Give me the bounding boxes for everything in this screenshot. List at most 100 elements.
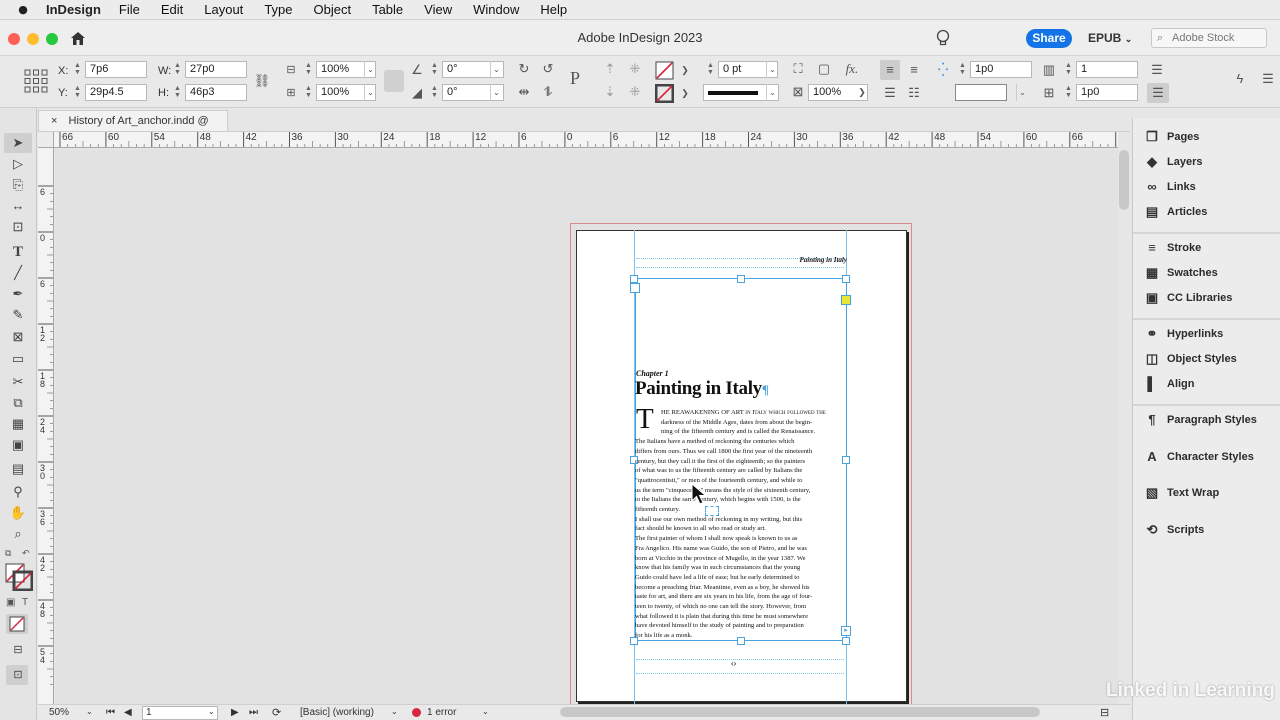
apple-menu-icon[interactable]: ●: [0, 3, 46, 16]
default-fill-stroke-icon[interactable]: ⧉: [5, 548, 11, 559]
selection-tool-icon[interactable]: ➤: [7, 134, 29, 152]
inset-field[interactable]: 1p0: [1076, 84, 1138, 101]
menu-help[interactable]: Help: [540, 2, 567, 17]
bullet-list-icon[interactable]: ☰: [1148, 61, 1166, 79]
panel-stroke[interactable]: ≡ Stroke: [1139, 237, 1275, 259]
shear-stepper[interactable]: ▲ ▼: [430, 85, 439, 100]
vertical-ruler[interactable]: 6 0 6 1 2 1 8 2 4 3 0 3 6 4 2 4 8 5 4: [38, 148, 54, 704]
panel-character-styles[interactable]: A Character Styles: [1139, 446, 1275, 468]
fit-frame-icon[interactable]: ⛶: [789, 60, 807, 78]
stroke-weight-dropdown[interactable]: ⌄: [766, 61, 778, 78]
apply-none-icon[interactable]: [6, 614, 28, 634]
ruler-origin[interactable]: [38, 132, 54, 148]
stroke-none-icon[interactable]: [655, 84, 674, 103]
select-container-icon[interactable]: ⇡: [601, 60, 619, 78]
share-button[interactable]: Share: [1026, 29, 1072, 48]
panel-cc-libraries[interactable]: ▣ CC Libraries: [1139, 287, 1275, 309]
error-count[interactable]: 1 error: [427, 707, 456, 718]
menu-table[interactable]: Table: [372, 2, 403, 17]
select-previous-icon[interactable]: ⁜: [626, 60, 644, 78]
panel-layers[interactable]: ◆ Layers: [1139, 151, 1275, 173]
panel-hyperlinks[interactable]: ⚭ Hyperlinks: [1139, 323, 1275, 345]
formatting-text-icon[interactable]: T: [22, 597, 28, 608]
in-port[interactable]: [630, 283, 640, 293]
first-page-icon[interactable]: ⏮: [106, 707, 115, 718]
panel-object-styles[interactable]: ◫ Object Styles: [1139, 348, 1275, 370]
scissors-tool-icon[interactable]: ✂: [7, 373, 29, 391]
frame-handle-top-left[interactable]: [630, 275, 638, 283]
menu-object[interactable]: Object: [314, 2, 352, 17]
menu-file[interactable]: File: [119, 2, 140, 17]
frame-handle-top-center[interactable]: [737, 275, 745, 283]
page-tool-icon[interactable]: ⎘: [7, 176, 29, 194]
y-field[interactable]: 29p4.5: [85, 84, 147, 101]
previous-page-icon[interactable]: ◀: [124, 707, 132, 718]
content-collector-icon[interactable]: ⊡: [7, 218, 29, 236]
y-stepper[interactable]: ▲ ▼: [73, 85, 82, 100]
profile-dropdown-icon[interactable]: ⌄: [391, 707, 398, 716]
anchored-object-marker[interactable]: [705, 506, 719, 516]
document-tab[interactable]: × History of Art_anchor.indd @ 50%: [38, 110, 228, 147]
frame-stroke-preview[interactable]: [955, 84, 1007, 101]
split-layout-icon[interactable]: ⊟: [1100, 706, 1109, 719]
app-menu[interactable]: InDesign: [46, 2, 101, 17]
direct-selection-tool-icon[interactable]: ▷: [7, 155, 29, 173]
h-stepper[interactable]: ▲ ▼: [173, 85, 182, 100]
type-tool-icon[interactable]: T: [7, 243, 29, 261]
scale-x-dropdown[interactable]: ⌄: [364, 61, 376, 78]
hand-tool-icon[interactable]: ✋: [7, 504, 29, 522]
rotate-dropdown[interactable]: ⌄: [490, 61, 502, 78]
scale-x-stepper[interactable]: ▲ ▼: [304, 62, 313, 77]
columns-stepper[interactable]: ▲ ▼: [1064, 62, 1073, 77]
shear-dropdown[interactable]: ⌄: [490, 84, 502, 101]
columns-field[interactable]: 1: [1076, 61, 1138, 78]
scale-y-dropdown[interactable]: ⌄: [364, 84, 376, 101]
gutter-field[interactable]: 1p0: [970, 61, 1032, 78]
gradient-swatch-tool-icon[interactable]: ▦: [7, 415, 29, 433]
pencil-tool-icon[interactable]: ✎: [7, 306, 29, 324]
w-stepper[interactable]: ▲ ▼: [173, 62, 182, 77]
horizontal-scrollbar[interactable]: [560, 707, 1040, 717]
pen-tool-icon[interactable]: ✒: [7, 285, 29, 303]
fill-swatch-chevron-icon[interactable]: ❯: [676, 61, 694, 79]
preflight-profile[interactable]: [Basic] (working): [300, 707, 374, 718]
gradient-feather-tool-icon[interactable]: ▣: [7, 436, 29, 454]
opacity-stepper[interactable]: [797, 85, 806, 100]
zoom-level[interactable]: 50%: [49, 707, 69, 718]
close-tab-icon[interactable]: ×: [51, 115, 57, 127]
x-field[interactable]: 7p6: [85, 61, 147, 78]
frame-corner-icon[interactable]: ▢: [815, 60, 833, 78]
x-stepper[interactable]: ▲ ▼: [73, 62, 82, 77]
reference-point-icon[interactable]: [24, 69, 48, 93]
stroke-type-dropdown[interactable]: ⌄: [766, 84, 778, 101]
panel-swatches[interactable]: ▦ Swatches: [1139, 262, 1275, 284]
align-justify-icon[interactable]: ☰: [881, 84, 899, 102]
align-center-icon[interactable]: ≡: [905, 61, 923, 79]
preflight-dropdown-icon[interactable]: ⌄: [482, 707, 489, 716]
rotate-stepper[interactable]: ▲ ▼: [430, 62, 439, 77]
flip-vertical-icon[interactable]: ⥮: [539, 83, 557, 101]
horizontal-ruler[interactable]: 66 60 54 48 42 36 30 24 18 12 6 0 6 12 18 24 30 36 42 48 54 6…: [38, 132, 1118, 148]
flip-horizontal-icon[interactable]: ⇹: [515, 83, 533, 101]
menu-window[interactable]: Window: [473, 2, 519, 17]
frame-stroke-dropdown[interactable]: ⌄: [1016, 84, 1028, 101]
last-page-icon[interactable]: ⏭: [249, 707, 258, 718]
gap-tool-icon[interactable]: ↔: [7, 197, 29, 215]
free-transform-tool-icon[interactable]: ⧉: [7, 394, 29, 412]
pasteboard[interactable]: Painting in Italy ▸ Chapter 1 Painting i…: [55, 149, 1118, 704]
open-page-icon[interactable]: ⟳: [272, 706, 281, 719]
rotate-cw-icon[interactable]: ↻: [515, 60, 533, 78]
fill-stroke-swatch-icon[interactable]: [5, 563, 33, 591]
h-field[interactable]: 46p3: [185, 84, 247, 101]
panel-links[interactable]: ∞ Links: [1139, 176, 1275, 198]
zoom-tool-icon[interactable]: ⌕: [7, 525, 29, 543]
constrain-scale-button[interactable]: [384, 70, 404, 92]
panel-paragraph-styles[interactable]: ¶ Paragraph Styles: [1139, 409, 1275, 431]
menu-layout[interactable]: Layout: [204, 2, 243, 17]
w-field[interactable]: 27p0: [185, 61, 247, 78]
page-dropdown-icon[interactable]: ⌄: [208, 707, 215, 716]
swap-fill-stroke-icon[interactable]: ↶: [22, 548, 30, 559]
constrain-proportions-icon[interactable]: ⛓: [253, 72, 271, 90]
scale-y-stepper[interactable]: ▲ ▼: [304, 85, 313, 100]
rectangle-tool-icon[interactable]: ▭: [7, 350, 29, 368]
